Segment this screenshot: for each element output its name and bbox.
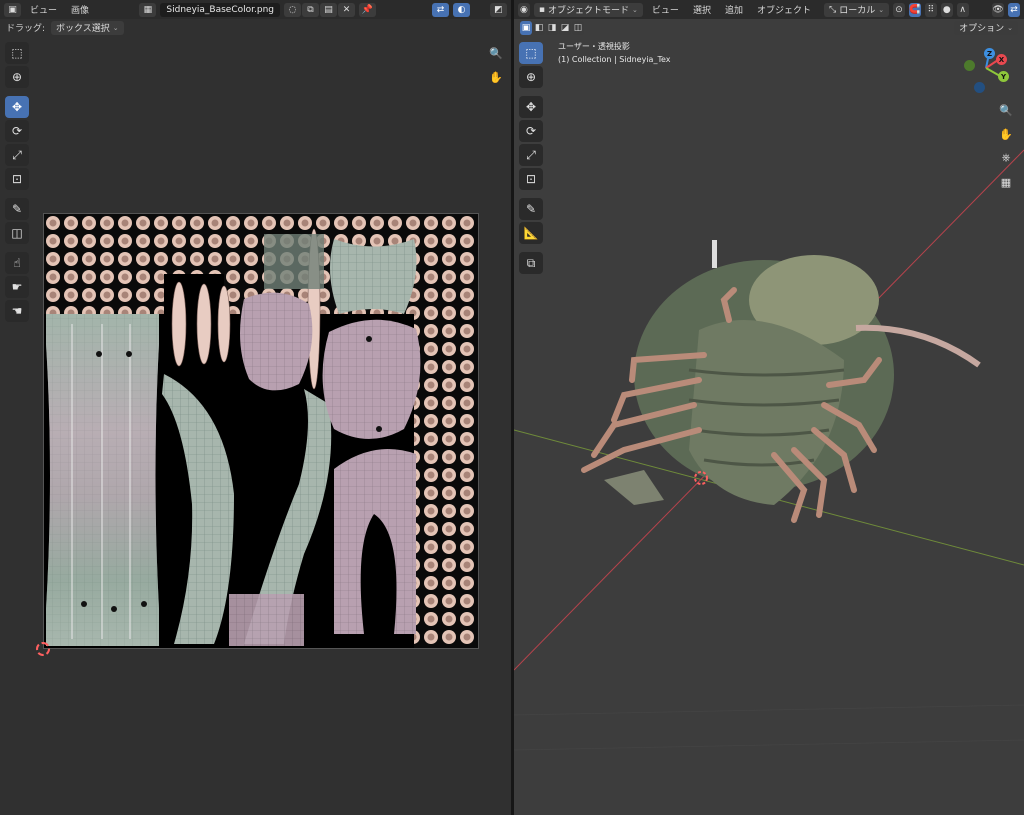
- select-box-tool[interactable]: ⬚: [5, 42, 29, 64]
- cursor-tool[interactable]: ⊕: [519, 66, 543, 88]
- transform-tool[interactable]: ⊡: [519, 168, 543, 190]
- gizmo-neg-y-icon[interactable]: [964, 60, 975, 71]
- viewport-info: ユーザー・透視投影 (1) Collection | Sidneyia_Tex: [558, 40, 671, 66]
- sidneyia-model: [581, 240, 981, 523]
- uv-texture-image[interactable]: [43, 213, 479, 649]
- image-browse-icon[interactable]: ▦: [139, 2, 157, 17]
- transform-tool[interactable]: ⊡: [5, 168, 29, 190]
- navigation-gizmo[interactable]: Z X Y: [960, 46, 1016, 96]
- gizmo-z-icon[interactable]: Z: [984, 48, 995, 59]
- measure-tool[interactable]: 📐: [519, 222, 543, 244]
- drag-label: ドラッグ:: [6, 24, 46, 34]
- duplicate-icon[interactable]: ⧉: [302, 2, 319, 17]
- gizmo-x-icon[interactable]: X: [996, 54, 1007, 65]
- viewport-toolbar: ⬚ ⊕ ✥ ⟳ ⤢ ⊡ ✎ 📐 ⧉: [519, 42, 543, 274]
- pan-hand-icon[interactable]: ✋: [996, 124, 1016, 144]
- uv-editor-header: ▣ ビュー 画像 ▦ Sidneyia_BaseColor.png ◌ ⧉ ▤ …: [0, 0, 511, 19]
- perspective-grid-icon[interactable]: ▦: [996, 172, 1016, 192]
- uv-sync-icon[interactable]: ⇄: [432, 2, 449, 17]
- scale-tool[interactable]: ⤢: [5, 144, 29, 166]
- view-name: ユーザー・透視投影: [558, 42, 630, 51]
- uv-nav-gizmo: 🔍 ✋: [486, 43, 506, 87]
- image-name-field[interactable]: Sidneyia_BaseColor.png: [160, 2, 280, 17]
- gizmo-neg-z-icon[interactable]: [974, 82, 985, 93]
- drag-mode-dropdown[interactable]: ボックス選択 ⌄: [51, 20, 124, 35]
- collection-info: (1) Collection | Sidneyia_Tex: [558, 55, 671, 64]
- chevron-down-icon: ⌄: [112, 23, 119, 32]
- relax-tool[interactable]: ☛: [5, 276, 29, 298]
- pinch-tool[interactable]: ☚: [5, 300, 29, 322]
- uv-editor-subheader: ドラッグ: ボックス選択 ⌄: [0, 19, 511, 36]
- select-box-tool[interactable]: ⬚: [519, 42, 543, 64]
- add-cube-tool[interactable]: ⧉: [519, 252, 543, 274]
- annotate-tool[interactable]: ✎: [519, 198, 543, 220]
- pan-hand-icon[interactable]: ✋: [486, 67, 506, 87]
- grab-tool[interactable]: ☝: [5, 252, 29, 274]
- uv-toolbar: ⬚ ⊕ ✥ ⟳ ⤢ ⊡ ✎ ◫ ☝ ☛ ☚: [5, 42, 29, 322]
- 2d-cursor-icon[interactable]: [36, 642, 50, 656]
- rotate-tool[interactable]: ⟳: [519, 120, 543, 142]
- pin-icon[interactable]: 📌: [359, 2, 376, 17]
- cursor-tool[interactable]: ⊕: [5, 66, 29, 88]
- texture-atlas: [44, 214, 478, 648]
- display-channels-icon[interactable]: ◩: [490, 2, 507, 17]
- menu-image[interactable]: 画像: [66, 2, 94, 17]
- move-tool[interactable]: ✥: [5, 96, 29, 118]
- uv-editor: ▣ ビュー 画像 ▦ Sidneyia_BaseColor.png ◌ ⧉ ▤ …: [0, 0, 511, 815]
- camera-view-icon[interactable]: ⎈: [996, 148, 1016, 168]
- rotate-tool[interactable]: ⟳: [5, 120, 29, 142]
- move-tool[interactable]: ✥: [519, 96, 543, 118]
- editor-type-icon[interactable]: ▣: [4, 2, 21, 17]
- gizmo-y-icon[interactable]: Y: [998, 71, 1009, 82]
- new-image-icon[interactable]: ▤: [320, 2, 337, 17]
- menu-view[interactable]: ビュー: [25, 2, 62, 17]
- overlay-icon[interactable]: ◐: [453, 2, 470, 17]
- 3d-viewport: ◉ ▪ オブジェクトモード ⌄ ビュー 選択 追加 オブジェクト ⤡ ローカル …: [514, 0, 1024, 815]
- scale-tool[interactable]: ⤢: [519, 144, 543, 166]
- zoom-icon[interactable]: 🔍: [996, 100, 1016, 120]
- annotate-tool[interactable]: ✎: [5, 198, 29, 220]
- viewport-scene[interactable]: [514, 0, 1024, 815]
- zoom-icon[interactable]: 🔍: [486, 43, 506, 63]
- rip-tool[interactable]: ◫: [5, 222, 29, 244]
- close-icon[interactable]: ✕: [338, 2, 355, 17]
- viewport-nav-buttons: 🔍 ✋ ⎈ ▦: [996, 100, 1016, 192]
- fake-user-icon[interactable]: ◌: [284, 2, 301, 17]
- drag-mode-label: ボックス選択: [56, 24, 110, 34]
